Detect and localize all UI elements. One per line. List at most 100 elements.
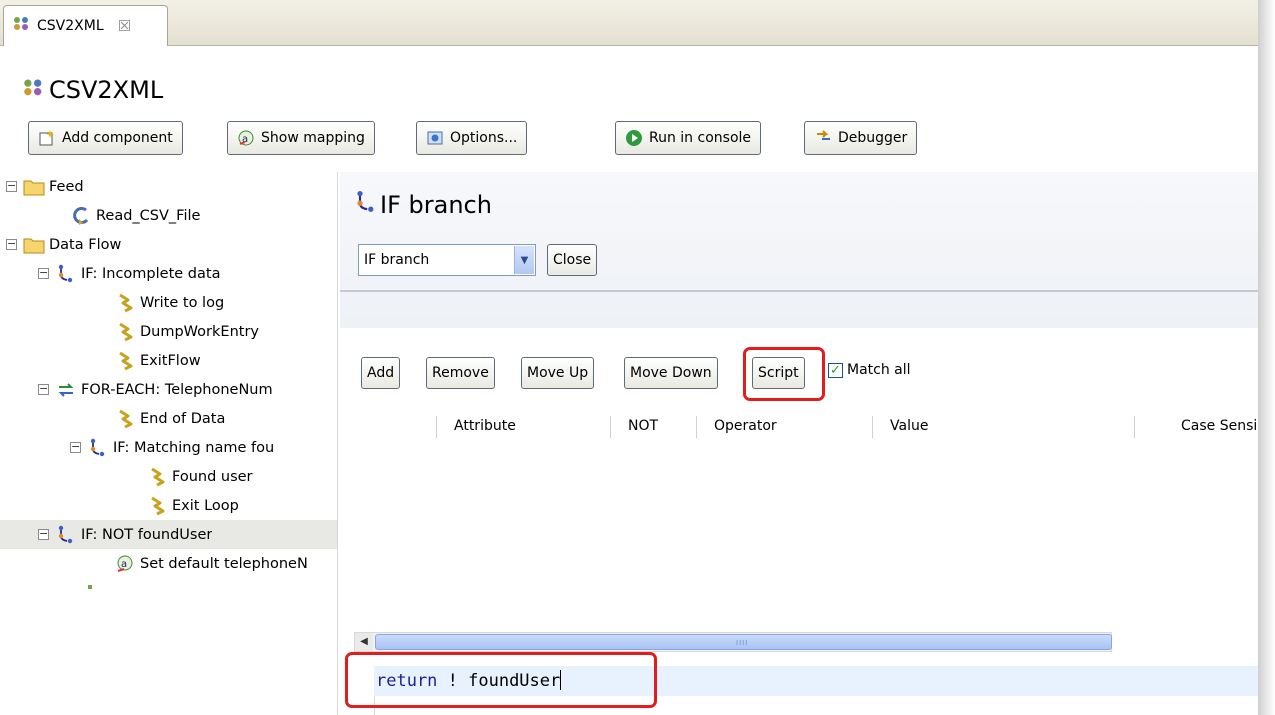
panel-title-text: IF branch	[380, 191, 492, 219]
script-icon	[114, 350, 136, 372]
run-icon	[625, 129, 643, 147]
tree-item[interactable]: − Data Flow	[0, 230, 337, 259]
debugger-button[interactable]: Debugger	[804, 121, 918, 155]
checkmark-icon[interactable]: ✓	[828, 362, 843, 378]
collapse-toggle-icon[interactable]: −	[6, 238, 17, 250]
tree-item-label: Write to log	[140, 294, 225, 311]
options-button[interactable]: Options...	[416, 121, 528, 155]
folder-icon	[23, 176, 45, 198]
run-in-console-label: Run in console	[649, 130, 752, 146]
branch-icon	[55, 263, 77, 285]
move-up-label: Move Up	[527, 365, 589, 381]
run-in-console-button[interactable]: Run in console	[615, 121, 762, 155]
remove-button[interactable]: Remove	[426, 357, 495, 389]
tree-item[interactable]: DumpWorkEntry	[0, 317, 337, 346]
scroll-left-icon[interactable]: ◀	[355, 633, 373, 651]
add-button[interactable]: Add	[361, 357, 401, 389]
add-component-label: Add component	[62, 130, 173, 146]
branch-icon	[87, 437, 109, 459]
remove-label: Remove	[432, 365, 489, 381]
tree-item[interactable]: End of Data	[0, 404, 337, 433]
chevron-down-icon[interactable]: ▼	[514, 246, 534, 274]
tree-item[interactable]: ExitFlow	[0, 346, 337, 375]
tree-item[interactable]: − IF: Incomplete data	[0, 259, 337, 288]
script-code[interactable]: return ! foundUser	[376, 670, 562, 691]
column-case-sensitive[interactable]: Case Sensi	[1181, 412, 1258, 440]
close-label: Close	[553, 252, 592, 268]
debugger-icon	[814, 129, 832, 147]
close-button[interactable]: Close	[547, 244, 598, 276]
tree-item[interactable]: − IF: NOT foundUser	[0, 520, 337, 549]
editor-tab-bar: CSV2XML ☒	[0, 0, 1258, 46]
add-label: Add	[367, 365, 395, 381]
collapse-toggle-icon[interactable]: −	[70, 441, 81, 453]
branch-type-value: IF branch	[364, 252, 430, 268]
script-button[interactable]: Script	[752, 357, 805, 389]
tab-csv2xml[interactable]: CSV2XML ☒	[3, 5, 168, 46]
match-all-checkbox[interactable]: ✓ Match all	[828, 362, 911, 378]
assembly-line-icon	[23, 76, 45, 104]
add-component-button[interactable]: Add component	[28, 121, 183, 155]
tree-item[interactable]: − FOR-EACH: TelephoneNum	[0, 375, 337, 404]
mapping-icon: a	[237, 129, 255, 147]
collapse-toggle-icon[interactable]: −	[38, 528, 49, 540]
panel-header: IF branch IF branch ▼ Close	[340, 172, 1258, 328]
tree-item[interactable]: Found user	[0, 462, 337, 491]
tree-item-label: ExitFlow	[140, 352, 201, 369]
tree-item[interactable]: − Feed	[0, 172, 337, 201]
column-value[interactable]: Value	[890, 412, 928, 440]
column-separator	[696, 416, 697, 438]
script-icon	[146, 466, 168, 488]
script-icon	[114, 321, 136, 343]
branch-icon	[354, 190, 378, 220]
tree-item-label: FOR-EACH: TelephoneNum	[81, 381, 273, 398]
script-icon	[114, 408, 136, 430]
collapse-toggle-icon[interactable]: −	[38, 267, 49, 279]
tree-item[interactable]: Read_CSV_File	[0, 201, 337, 230]
connector-icon	[70, 205, 92, 227]
tree-item-label: Read_CSV_File	[96, 207, 201, 224]
column-operator[interactable]: Operator	[714, 412, 777, 440]
horizontal-scrollbar[interactable]: ◀ IIII	[354, 632, 1112, 652]
flow-tree: − Feed Read_CSV_File − Data Flow − IF: Incompl…	[0, 172, 338, 715]
folder-icon	[23, 234, 45, 256]
show-mapping-button[interactable]: a Show mapping	[227, 121, 375, 155]
branch-editor-panel: IF branch IF branch ▼ Close Add Remove M…	[340, 172, 1258, 715]
tree-item[interactable]: − IF: Matching name fou	[0, 433, 337, 462]
tree-item[interactable]: Exit Loop	[0, 491, 337, 520]
column-attribute[interactable]: Attribute	[454, 412, 516, 440]
close-icon[interactable]: ☒	[118, 17, 131, 35]
column-separator	[1134, 416, 1135, 438]
move-up-button[interactable]: Move Up	[521, 357, 595, 389]
scroll-grip: IIII	[736, 639, 749, 647]
drop-marker	[88, 585, 92, 589]
assembly-line-icon	[13, 16, 31, 36]
svg-text:a: a	[121, 559, 127, 570]
collapse-toggle-icon[interactable]: −	[38, 383, 49, 395]
divider	[340, 290, 1258, 292]
tree-item[interactable]: Write to log	[0, 288, 337, 317]
tree-item-label: End of Data	[140, 410, 226, 427]
debugger-label: Debugger	[838, 130, 908, 146]
branch-icon	[55, 524, 77, 546]
tree-item-label: IF: Matching name fou	[113, 439, 275, 456]
tree-item-label: Data Flow	[49, 236, 122, 253]
column-not[interactable]: NOT	[628, 412, 658, 440]
options-icon	[426, 129, 444, 147]
tree-item-label: Set default telephoneN	[140, 555, 308, 572]
page-title: CSV2XML	[23, 76, 163, 104]
branch-type-select[interactable]: IF branch ▼	[358, 244, 536, 276]
column-separator	[436, 416, 437, 438]
script-keyword: return	[376, 671, 438, 691]
move-down-button[interactable]: Move Down	[624, 357, 718, 389]
tree-item[interactable]: a Set default telephoneN	[0, 549, 337, 578]
collapse-toggle-icon[interactable]: −	[6, 180, 17, 192]
show-mapping-label: Show mapping	[261, 130, 365, 146]
loop-icon	[55, 379, 77, 401]
scrollbar-thumb[interactable]: IIII	[375, 634, 1112, 650]
script-label: Script	[758, 365, 799, 381]
panel-title: IF branch	[354, 190, 492, 220]
move-down-label: Move Down	[630, 365, 712, 381]
editor-page: CSV2XML Add component a Show mapping Opt…	[0, 46, 1258, 715]
match-all-label: Match all	[847, 362, 911, 378]
